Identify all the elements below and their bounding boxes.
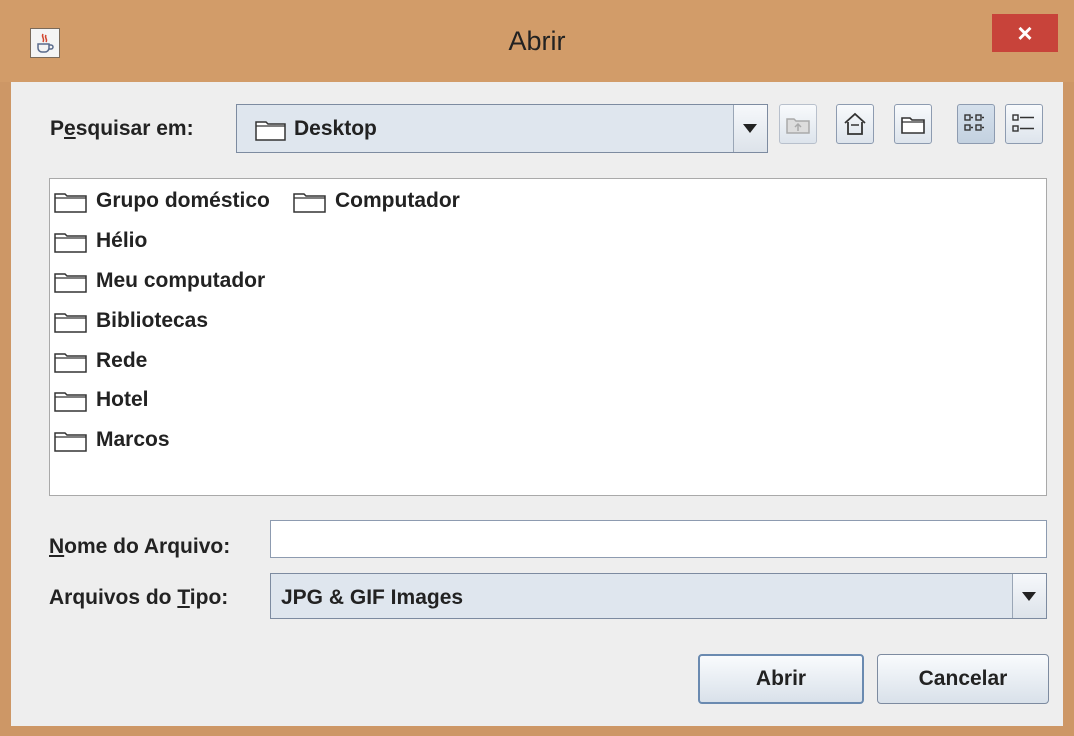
- look-in-combo[interactable]: Desktop: [236, 104, 768, 153]
- list-item-label: Hotel: [96, 388, 149, 411]
- chevron-down-icon: [743, 124, 757, 133]
- home-icon: [844, 112, 866, 135]
- folder-icon: [54, 313, 87, 333]
- folder-icon: [54, 193, 87, 213]
- folder-icon: [54, 233, 87, 253]
- folder-icon: [54, 392, 87, 412]
- list-item-label: Rede: [96, 349, 148, 372]
- list-item-label: Grupo doméstico: [96, 189, 270, 212]
- list-view-button[interactable]: [957, 104, 995, 144]
- cancel-button[interactable]: Cancelar: [877, 654, 1049, 704]
- title-bar[interactable]: Abrir ×: [0, 0, 1074, 82]
- list-view-icon: [964, 114, 984, 131]
- new-folder-icon: [901, 117, 925, 134]
- folder-icon: [54, 273, 87, 293]
- file-name-input[interactable]: [270, 520, 1047, 558]
- file-type-value: JPG & GIF Images: [281, 586, 464, 609]
- list-item-label: Computador: [335, 189, 460, 212]
- folder-icon: [54, 432, 87, 452]
- new-folder-button[interactable]: [894, 104, 932, 144]
- window-title: Abrir: [508, 26, 566, 56]
- home-button[interactable]: [836, 104, 874, 144]
- file-list[interactable]: Grupo doméstico Computador Hélio Meu com…: [49, 178, 1047, 496]
- look-in-label: Pesquisar em:: [50, 117, 194, 140]
- file-type-dropdown-arrow[interactable]: [1012, 574, 1046, 618]
- open-button[interactable]: Abrir: [698, 654, 864, 704]
- open-dialog: Abrir × Pesquisar em: Desktop Grupo domé…: [0, 0, 1074, 736]
- up-folder-icon: [786, 118, 810, 134]
- chevron-down-icon: [1022, 592, 1036, 601]
- look-in-dropdown-arrow[interactable]: [733, 105, 767, 152]
- folder-icon: [54, 353, 87, 373]
- details-view-icon: [1012, 114, 1034, 132]
- file-name-label: Nome do Arquivo:: [49, 535, 231, 558]
- details-view-button[interactable]: [1005, 104, 1043, 144]
- up-one-level-button[interactable]: [779, 104, 817, 144]
- folder-icon: [255, 121, 286, 141]
- list-item-label: Meu computador: [96, 269, 266, 292]
- file-type-label: Arquivos do Tipo:: [49, 586, 229, 609]
- list-item-label: Marcos: [96, 428, 170, 451]
- file-type-combo[interactable]: JPG & GIF Images: [270, 573, 1047, 619]
- look-in-value: Desktop: [294, 117, 377, 140]
- list-item-label: Bibliotecas: [96, 309, 209, 332]
- close-button[interactable]: ×: [992, 14, 1058, 52]
- list-item-label: Hélio: [96, 229, 148, 252]
- folder-icon: [293, 193, 326, 213]
- dialog-body: Pesquisar em: Desktop Grupo doméstico Co…: [11, 82, 1063, 726]
